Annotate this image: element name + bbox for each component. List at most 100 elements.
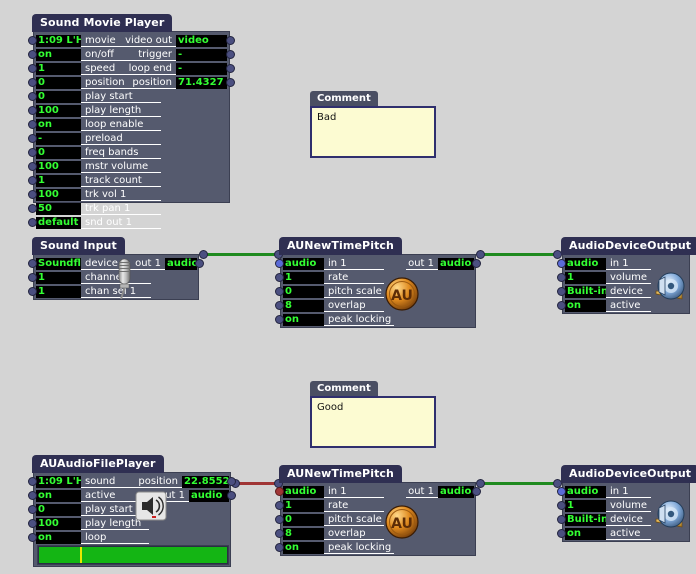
port-value[interactable]: on [36,532,81,544]
port-value[interactable]: 0 [36,147,81,159]
patch-body[interactable]: 1:09 L'H movie on on/off 1 speed 0 position … [28,31,235,229]
connection-timepitch-to-output-top[interactable] [476,250,562,259]
input-port[interactable] [28,64,37,73]
input-port[interactable] [275,301,284,310]
connection-endpoint[interactable] [199,250,208,259]
patch-title[interactable]: Sound Movie Player [33,15,172,31]
port-value[interactable]: 100 [36,518,81,530]
input-port[interactable] [275,487,284,496]
port-value[interactable]: audio [283,258,324,270]
port-value[interactable]: on [283,542,324,554]
port-value[interactable]: 0 [283,286,324,298]
port-value[interactable]: 8 [283,528,324,540]
port-row[interactable]: 8 overlap [275,527,399,541]
output-port[interactable] [226,64,235,73]
comment-text[interactable]: Good [312,398,434,417]
port-row[interactable]: 100 trk vol 1 [28,188,231,202]
patch-sound-input[interactable]: Sound Input Soundflodevice 1channels 1ch… [28,234,204,300]
port-row[interactable]: 0 pitch scale [275,285,399,299]
patch-audiodeviceoutput-top[interactable]: AudioDeviceOutput audio in 1 1 volume Buil… [557,234,696,314]
port-value[interactable]: on [283,314,324,326]
port-row[interactable]: out 1 audio [405,485,481,499]
port-value[interactable]: 8 [283,300,324,312]
port-value[interactable]: audio [165,258,197,270]
input-port[interactable] [28,259,37,268]
port-row[interactable]: loop end - [112,62,235,76]
port-row[interactable]: 1 rate [275,271,399,285]
port-row[interactable]: audio in 1 [557,257,673,271]
input-port[interactable] [557,259,566,268]
comment-title[interactable]: Comment [310,91,378,106]
connection-endpoint[interactable] [476,250,485,259]
patch-auaudiofileplayer[interactable]: AUAudioFilePlayer 1:09 L'H sound on active… [28,452,236,567]
port-value[interactable]: Built-in ( [565,286,606,298]
input-port[interactable] [28,148,37,157]
port-value[interactable]: 50 [36,203,81,215]
patch-title[interactable]: Sound Input [33,238,124,254]
output-port[interactable] [227,491,236,500]
patch-body[interactable]: audio in 1 1 rate 0 pitch scale 8 overlap on… [275,254,481,328]
port-value[interactable]: 1 [36,175,81,187]
port-row[interactable]: 1 channels [28,271,164,285]
port-row[interactable]: 1 volume [557,271,673,285]
port-row[interactable]: 0 freq bands [28,146,231,160]
patch-title[interactable]: AUNewTimePitch [280,466,401,482]
patch-audiodeviceoutput-bottom[interactable]: AudioDeviceOutput audio in 1 1 volume Buil… [557,462,696,542]
port-value[interactable]: 1 [36,272,81,284]
port-value[interactable]: audio [565,486,606,498]
input-port[interactable] [28,218,37,227]
input-port[interactable] [28,287,37,296]
input-port[interactable] [28,50,37,59]
connection-endpoint[interactable] [553,250,562,259]
port-value[interactable]: 100 [36,161,81,173]
input-port[interactable] [28,190,37,199]
port-row[interactable]: on active [557,527,673,541]
port-row[interactable]: - preload [28,132,231,146]
port-row[interactable]: 50 trk pan 1 [28,202,231,216]
input-port[interactable] [557,287,566,296]
output-port[interactable] [226,36,235,45]
port-value[interactable]: 0 [283,514,324,526]
port-row[interactable]: 1 chan sel 1 [28,285,164,299]
patch-sound-movie-player[interactable]: Sound Movie Player 1:09 L'H movie on on/of… [28,11,235,229]
connection-fileplayer-to-timepitch[interactable] [231,479,283,488]
port-value[interactable]: 22.8552 [182,476,229,488]
port-value[interactable]: 0 [36,77,81,89]
patch-body[interactable]: 1:09 L'H sound on active 0 play start 100 pl… [28,472,236,567]
port-value[interactable]: 1 [283,272,324,284]
port-row[interactable]: 0 play start [28,90,231,104]
port-value[interactable]: 1:09 L'H [36,35,81,47]
port-row[interactable]: 1 rate [275,499,399,513]
patch-title[interactable]: AudioDeviceOutput [562,466,696,482]
input-port[interactable] [275,515,284,524]
port-value[interactable]: 100 [36,105,81,117]
port-row[interactable]: on peak locking [275,541,399,555]
port-row[interactable]: 100 play length [28,517,154,531]
input-port[interactable] [28,134,37,143]
output-port[interactable] [195,259,204,268]
port-value[interactable]: Built-in ( [565,514,606,526]
output-port[interactable] [472,487,481,496]
input-port[interactable] [557,273,566,282]
port-value[interactable]: on [565,300,606,312]
connection-timepitch-to-output-bottom[interactable] [476,479,562,488]
input-port[interactable] [275,543,284,552]
patch-comment-bad[interactable]: Comment Bad [310,86,436,158]
port-row[interactable]: 0 pitch scale [275,513,399,527]
port-value[interactable]: audio [283,486,324,498]
patch-title[interactable]: AUAudioFilePlayer [33,456,163,472]
input-port[interactable] [557,501,566,510]
input-port[interactable] [28,106,37,115]
comment-title[interactable]: Comment [310,381,378,396]
port-row[interactable]: out 1 audio [126,489,236,503]
port-value[interactable]: 0 [36,91,81,103]
input-port[interactable] [28,519,37,528]
port-value[interactable]: 0 [36,504,81,516]
input-port[interactable] [28,36,37,45]
port-value[interactable]: - [36,133,81,145]
port-row[interactable]: 1 track count [28,174,231,188]
input-port[interactable] [28,176,37,185]
patch-editor-canvas[interactable]: Sound Movie Player 1:09 L'H movie on on/of… [0,0,696,574]
connection-soundinput-to-timepitch[interactable] [199,250,283,259]
comment-text[interactable]: Bad [312,108,434,127]
